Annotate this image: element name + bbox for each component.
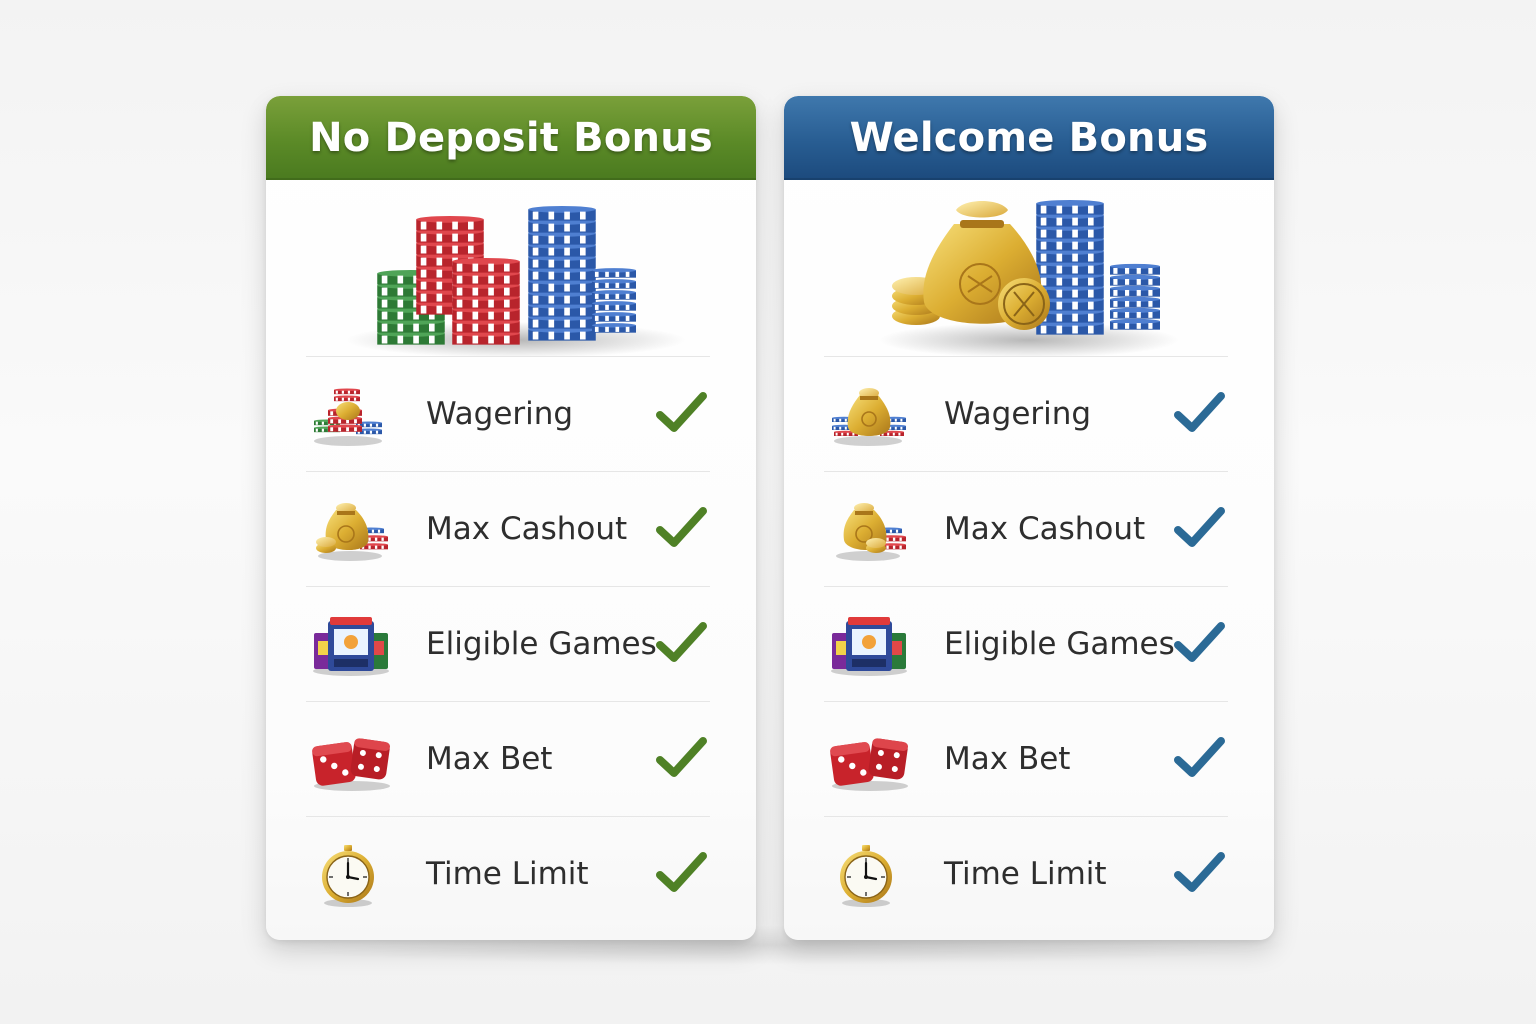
check-icon: [1174, 392, 1225, 432]
feature-label: Max Cashout: [426, 511, 628, 547]
dice-icon: [312, 738, 391, 791]
slot-machines-icon: [831, 617, 907, 676]
feature-label: Time Limit: [944, 856, 1107, 892]
list-item: Time Limit: [306, 816, 710, 931]
list-item: Wagering: [306, 356, 710, 471]
feature-list: Wagering Max Cashout Eligible Games Max …: [306, 356, 710, 931]
card-welcome-bonus: Welcome Bonus Wagering Max Cashout Eligi…: [784, 96, 1274, 940]
check-icon: [1174, 622, 1225, 662]
check-icon: [1174, 852, 1225, 892]
feature-label: Max Bet: [944, 741, 1071, 777]
check-icon: [656, 622, 707, 662]
feature-list: Wagering Max Cashout Eligible Games Max …: [824, 356, 1228, 931]
check-icon: [1174, 737, 1225, 777]
list-item: Max Bet: [306, 701, 710, 816]
list-item: Eligible Games: [824, 586, 1228, 701]
list-item: Wagering: [824, 356, 1228, 471]
stopwatch-icon: [322, 845, 374, 907]
casino-chips-stack-icon: [266, 180, 756, 356]
stopwatch-icon: [840, 845, 892, 907]
check-icon: [656, 392, 707, 432]
comparison-stage: No Deposit Bonus Wagering Max Cashout El…: [0, 0, 1536, 1024]
money-bag-icon: [836, 503, 906, 561]
slot-machines-icon: [313, 617, 389, 676]
gold-bag-and-chips-icon: [784, 180, 1274, 356]
card-header: No Deposit Bonus: [266, 96, 756, 180]
dice-icon: [830, 738, 909, 791]
card-no-deposit-bonus: No Deposit Bonus Wagering Max Cashout El…: [266, 96, 756, 940]
feature-label: Eligible Games: [944, 626, 1175, 662]
check-icon: [656, 507, 707, 547]
money-bag-icon: [316, 503, 388, 561]
list-item: Eligible Games: [306, 586, 710, 701]
list-item: Max Bet: [824, 701, 1228, 816]
feature-label: Eligible Games: [426, 626, 657, 662]
check-icon: [1174, 507, 1225, 547]
feature-label: Max Bet: [426, 741, 553, 777]
feature-label: Max Cashout: [944, 511, 1146, 547]
feature-label: Time Limit: [426, 856, 589, 892]
list-item: Max Cashout: [824, 471, 1228, 586]
card-title: No Deposit Bonus: [309, 115, 713, 161]
check-icon: [656, 737, 707, 777]
card-header: Welcome Bonus: [784, 96, 1274, 180]
card-title: Welcome Bonus: [849, 115, 1209, 161]
feature-label: Wagering: [944, 396, 1092, 432]
list-item: Max Cashout: [306, 471, 710, 586]
list-item: Time Limit: [824, 816, 1228, 931]
money-bag-chips-icon: [832, 388, 906, 446]
check-icon: [656, 852, 707, 892]
chips-pile-icon: [314, 388, 382, 446]
feature-label: Wagering: [426, 396, 574, 432]
